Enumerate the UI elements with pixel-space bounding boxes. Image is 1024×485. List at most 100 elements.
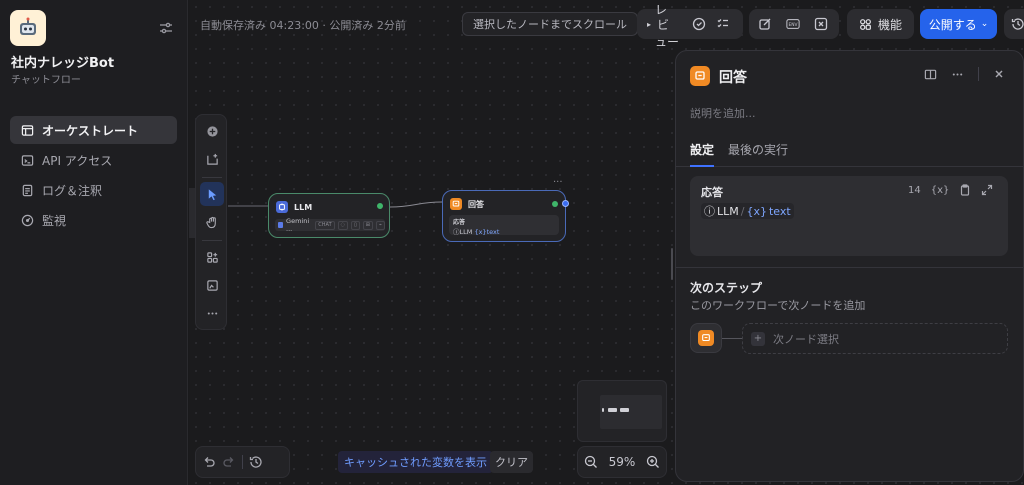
- minimap-node: [620, 408, 629, 412]
- add-note-icon[interactable]: [200, 147, 224, 171]
- char-count: 14: [908, 184, 921, 196]
- sidebar-item-label: API アクセス: [42, 153, 113, 168]
- llm-node-header: LLM: [276, 201, 312, 213]
- redo-icon[interactable]: [222, 455, 236, 469]
- tab-settings[interactable]: 設定: [690, 141, 715, 167]
- plus-icon: +: [751, 331, 765, 346]
- answer-field-label: 応答: [453, 219, 466, 226]
- sidebar-item-monitoring[interactable]: 監視: [10, 206, 177, 234]
- features-label: 機能: [878, 17, 903, 32]
- env-icon[interactable]: ENV: [781, 12, 805, 36]
- answer-icon: [450, 198, 462, 210]
- panel-title[interactable]: 回答: [719, 67, 747, 87]
- scroll-to-node-button[interactable]: 選択したノードまでスクロール: [462, 12, 638, 36]
- zoom-in-icon[interactable]: [646, 455, 660, 469]
- answer-node-body: 応答 ⓘLLM {x}text: [449, 215, 559, 236]
- variable-icon[interactable]: [809, 12, 833, 36]
- more-icon[interactable]: [951, 68, 964, 81]
- toolbar-divider: [242, 455, 243, 469]
- app-name: 社内ナレッジBot: [11, 56, 115, 71]
- sidebar-item-label: 監視: [42, 213, 67, 228]
- current-node-badge: [690, 323, 722, 353]
- tool-icon: ⊞: [362, 220, 373, 230]
- image-export-icon[interactable]: [200, 273, 224, 297]
- variable-icon: {x}: [746, 204, 767, 218]
- sidebar-item-api-access[interactable]: API アクセス: [10, 146, 177, 174]
- version-history-icon[interactable]: [249, 455, 263, 469]
- gemini-icon: [278, 222, 284, 228]
- clipboard-icon[interactable]: [959, 184, 971, 196]
- tab-last-run[interactable]: 最後の実行: [728, 141, 788, 167]
- sidebar-item-label: オーケストレート: [42, 123, 139, 138]
- next-step-description: このワークフローで次ノードを追加: [690, 299, 866, 312]
- answer-node-more-icon[interactable]: ···: [553, 177, 563, 188]
- canvas-toolbar: [195, 114, 227, 330]
- clear-button[interactable]: クリア: [490, 451, 533, 473]
- app-settings-icon[interactable]: [158, 20, 176, 36]
- pointer-icon[interactable]: [200, 182, 224, 206]
- zoom-level[interactable]: 59%: [609, 455, 636, 469]
- answer-var-name: text: [486, 228, 500, 236]
- answer-status-dot: [552, 201, 558, 207]
- panel-tabs: 設定 最後の実行: [676, 135, 1023, 167]
- undo-icon[interactable]: [202, 455, 216, 469]
- more-icon[interactable]: [200, 301, 224, 325]
- save-status: 自動保存済み 04:23:00 · 公開済み 2分前: [200, 19, 406, 32]
- edit-icon[interactable]: [753, 12, 777, 36]
- app-robot-icon[interactable]: [10, 10, 46, 46]
- response-editor[interactable]: 応答 14 {x} ⓘ LLM / {x} text: [690, 176, 1008, 256]
- response-tools: 14 {x}: [908, 184, 993, 196]
- variable-icon: {x}: [474, 228, 487, 236]
- minimap[interactable]: [577, 380, 667, 442]
- answer-icon: [698, 330, 714, 346]
- zoom-out-icon[interactable]: [584, 455, 598, 469]
- play-icon: ▸: [647, 19, 652, 29]
- answer-node-title: 回答: [468, 199, 484, 209]
- vision-icon: ◌: [337, 220, 349, 230]
- select-next-node-button[interactable]: + 次ノード選択: [742, 323, 1008, 354]
- checklist-icon[interactable]: [711, 12, 735, 36]
- panel-divider: [676, 267, 1023, 268]
- checklist-run-icon[interactable]: [687, 12, 711, 36]
- close-icon[interactable]: [993, 68, 1005, 80]
- insert-variable-icon[interactable]: {x}: [931, 185, 950, 196]
- llm-node[interactable]: LLM Gemini ... CHAT ◌ ▯ ⊞ ⌁: [268, 193, 390, 238]
- description-input[interactable]: 説明を追加...: [690, 105, 756, 121]
- llm-model-name: Gemini ...: [286, 217, 310, 233]
- answer-node[interactable]: 回答 応答 ⓘLLM {x}text: [442, 190, 566, 242]
- preview-vertical-label: レ ュー: [655, 3, 680, 49]
- sidebar-item-label: ログ＆注釈: [42, 183, 103, 198]
- terminal-icon: [21, 154, 34, 166]
- minimap-node: [608, 408, 617, 412]
- llm-icon: [276, 201, 288, 213]
- history-button[interactable]: [1004, 9, 1024, 39]
- response-label: 応答: [701, 186, 723, 199]
- link-icon: ⌁: [375, 220, 385, 230]
- toolbar-group-env: ENV: [749, 9, 839, 39]
- hand-icon[interactable]: [200, 210, 224, 234]
- book-icon[interactable]: [924, 68, 937, 81]
- sidebar-item-logs[interactable]: ログ＆注釈: [10, 176, 177, 204]
- show-cached-variables-link[interactable]: キャッシュされた変数を表示: [338, 451, 493, 473]
- organize-blocks-icon[interactable]: [200, 245, 224, 269]
- gauge-icon: [21, 214, 34, 226]
- response-variable-chip[interactable]: ⓘ LLM / {x} text: [701, 203, 794, 219]
- next-node-placeholder: 次ノード選択: [773, 332, 839, 346]
- answer-output-handle[interactable]: [562, 200, 569, 207]
- features-button[interactable]: 機能: [847, 9, 915, 39]
- sidebar: 社内ナレッジBot チャットフロー オーケストレート API アクセス ログ＆注…: [0, 0, 188, 485]
- sidebar-item-orchestrate[interactable]: オーケストレート: [10, 116, 177, 144]
- publish-button[interactable]: 公開する ⌄: [920, 9, 997, 39]
- panel-resize-handle[interactable]: [671, 248, 673, 280]
- llm-node-title: LLM: [294, 202, 313, 212]
- panel-actions: [924, 67, 1005, 81]
- publish-label: 公開する: [928, 17, 977, 32]
- answer-variable: ⓘLLM {x}text: [453, 226, 555, 236]
- app-type: チャットフロー: [11, 75, 81, 86]
- answer-var-source: LLM: [459, 228, 473, 236]
- toolbar-group-run: [687, 9, 743, 39]
- zoom-controls: 59%: [577, 446, 667, 478]
- llm-model-chip[interactable]: Gemini ... CHAT ◌ ▯ ⊞ ⌁: [275, 217, 385, 233]
- add-node-icon[interactable]: [200, 119, 224, 143]
- expand-icon[interactable]: [981, 184, 993, 196]
